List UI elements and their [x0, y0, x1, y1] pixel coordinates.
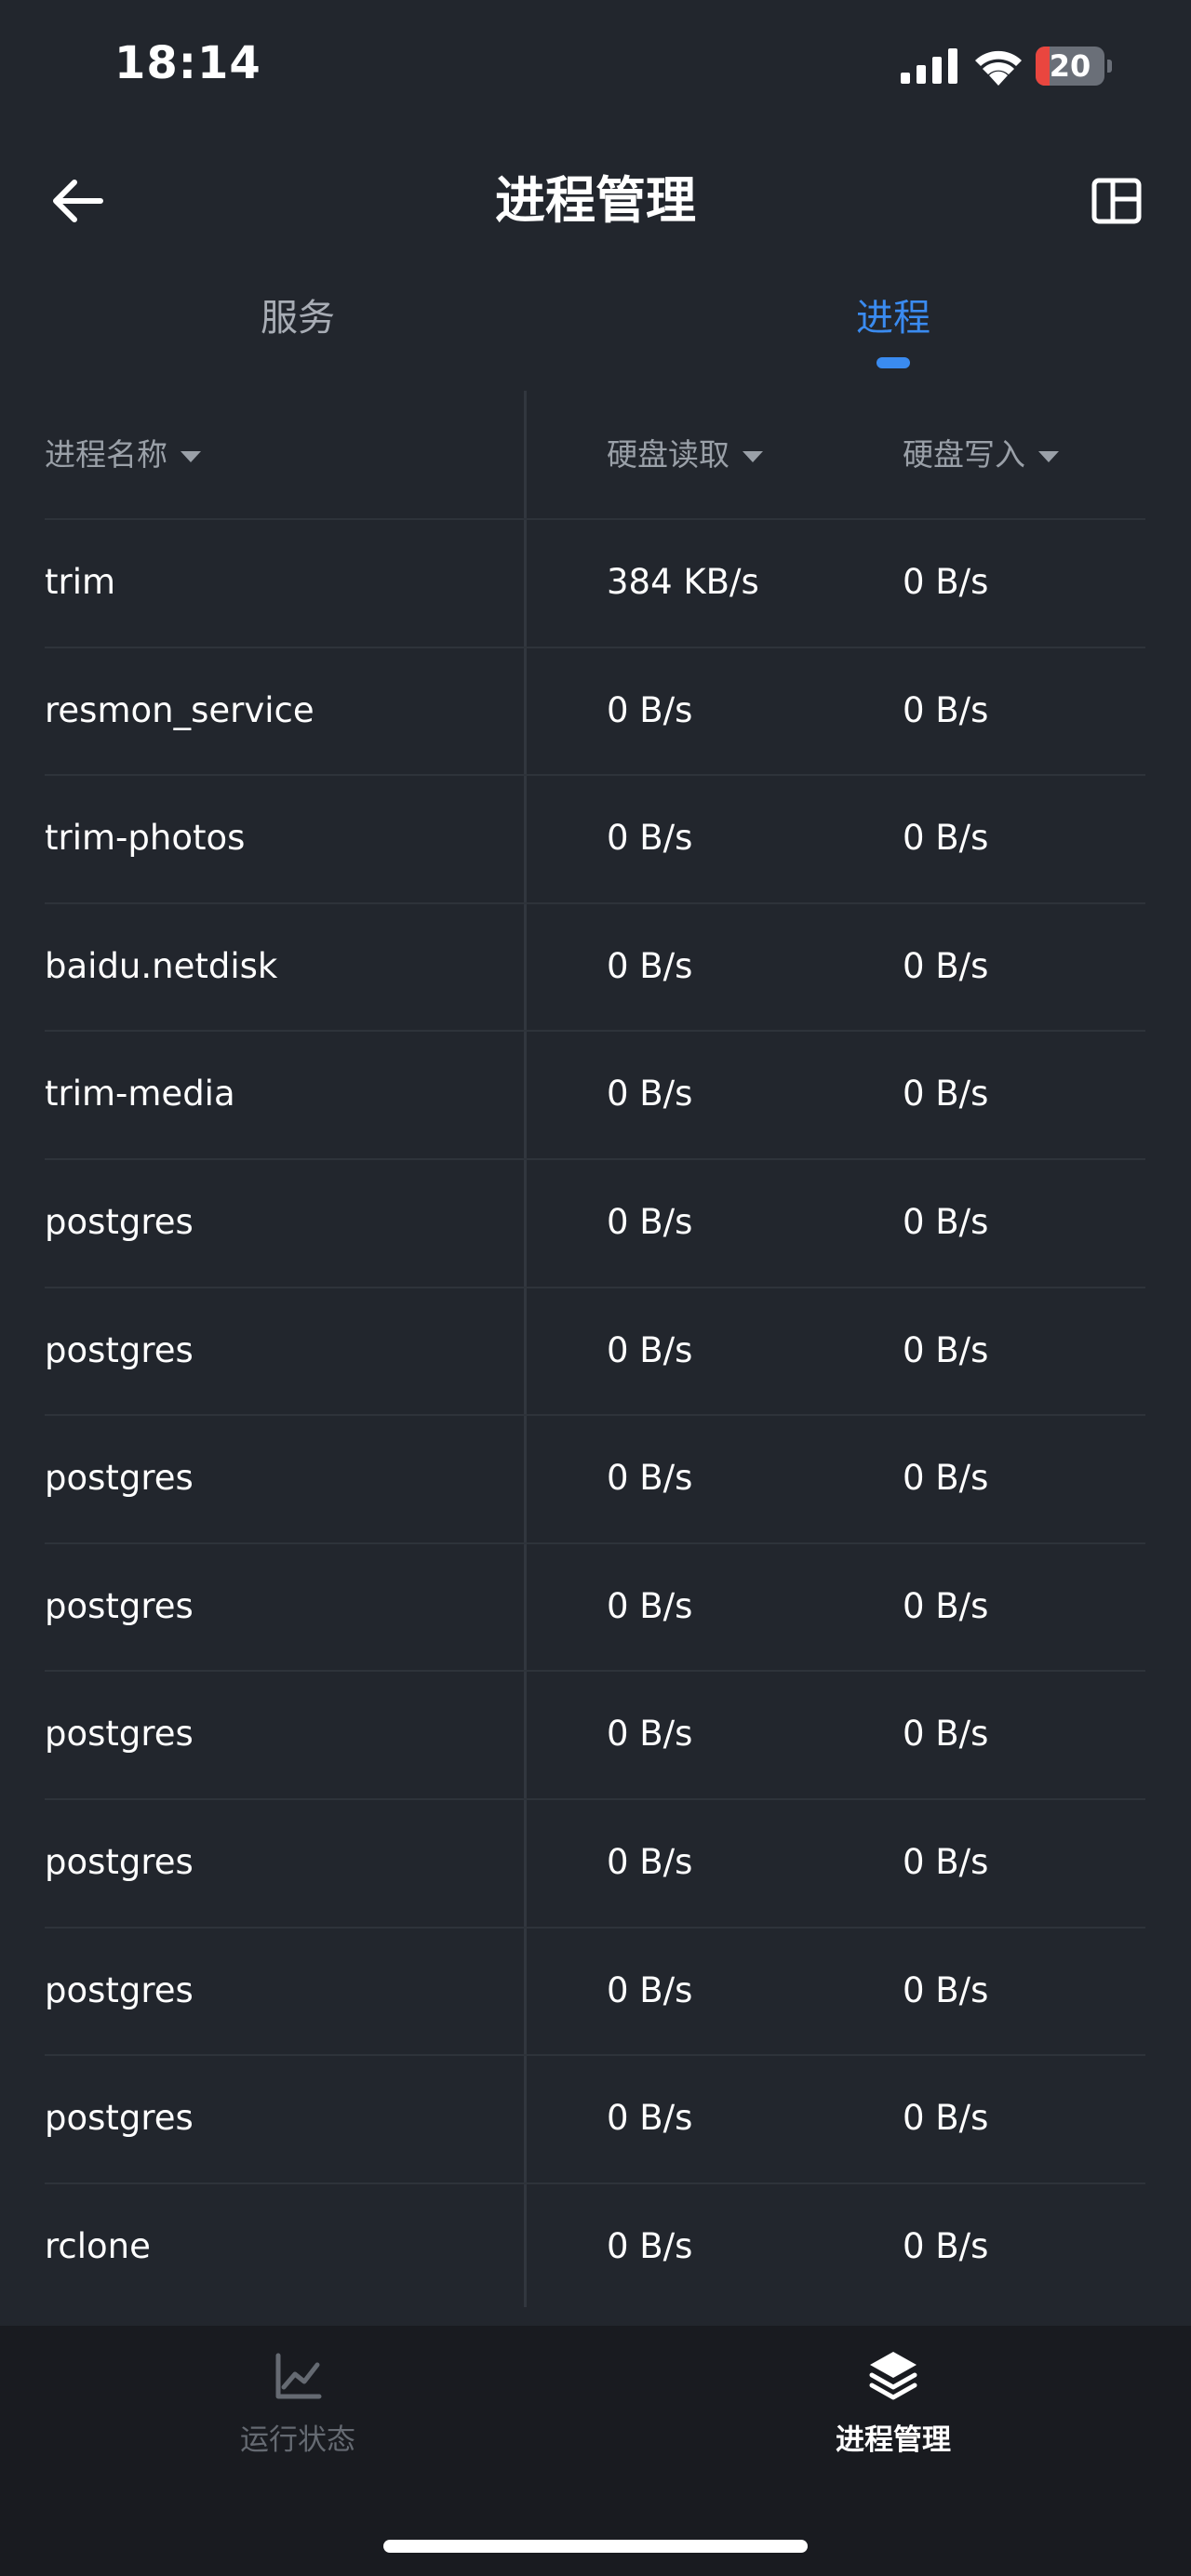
disk-read-value: 0 B/s [607, 2225, 693, 2266]
battery-level: 20 [1049, 48, 1091, 84]
wifi-icon [975, 50, 1022, 86]
nav-running-status[interactable]: 运行状态 [158, 2344, 437, 2503]
table-row[interactable]: postgres 0 B/s 0 B/s [0, 1671, 1191, 1798]
sort-caret-icon [181, 450, 201, 462]
sort-disk-write[interactable]: 硬盘写入 [903, 434, 1059, 476]
battery-body: 20 [1036, 47, 1104, 86]
disk-write-value: 0 B/s [903, 689, 989, 730]
disk-write-value: 0 B/s [903, 2098, 989, 2139]
disk-read-value: 0 B/s [607, 1585, 693, 1626]
cellular-signal-icon [901, 48, 957, 84]
table-header: 进程名称 硬盘读取 硬盘写入 [0, 391, 1191, 519]
process-name: postgres [45, 1585, 194, 1626]
battery-indicator: 20 [1036, 47, 1112, 86]
process-name: postgres [45, 1202, 194, 1242]
column-header-label: 进程名称 [45, 436, 167, 473]
table-row[interactable]: trim-media 0 B/s 0 B/s [0, 1031, 1191, 1158]
disk-read-value: 0 B/s [607, 818, 693, 859]
nav-process-management[interactable]: 进程管理 [754, 2344, 1033, 2503]
disk-read-value: 0 B/s [607, 1842, 693, 1882]
process-name: rclone [45, 2225, 151, 2266]
table-row[interactable]: postgres 0 B/s 0 B/s [0, 1799, 1191, 1927]
disk-write-value: 0 B/s [903, 1969, 989, 2010]
sort-process-name[interactable]: 进程名称 [45, 434, 201, 476]
disk-write-value: 0 B/s [903, 1329, 989, 1370]
disk-write-value: 0 B/s [903, 2225, 989, 2266]
table-row[interactable]: trim-photos 0 B/s 0 B/s [0, 775, 1191, 902]
disk-read-value: 0 B/s [607, 1202, 693, 1242]
disk-write-value: 0 B/s [903, 1842, 989, 1882]
disk-read-value: 0 B/s [607, 1329, 693, 1370]
disk-write-value: 0 B/s [903, 1458, 989, 1499]
sort-caret-icon [1038, 450, 1059, 462]
disk-write-value: 0 B/s [903, 562, 989, 602]
layers-icon [869, 2352, 917, 2400]
page-title: 进程管理 [495, 171, 696, 230]
process-name: postgres [45, 1842, 194, 1882]
process-name: trim-photos [45, 818, 246, 859]
status-bar: 18:14 20 [0, 0, 1191, 135]
status-time: 18:14 [114, 37, 261, 89]
disk-read-value: 0 B/s [607, 1969, 693, 2010]
process-name: postgres [45, 2098, 194, 2139]
disk-write-value: 0 B/s [903, 1074, 989, 1114]
process-name: trim-media [45, 1074, 235, 1114]
table-row[interactable]: baidu.netdisk 0 B/s 0 B/s [0, 903, 1191, 1031]
process-name: resmon_service [45, 689, 314, 730]
table-row[interactable]: postgres 0 B/s 0 B/s [0, 1928, 1191, 2055]
table-row[interactable]: postgres 0 B/s 0 B/s [0, 1288, 1191, 1415]
nav-label: 运行状态 [240, 2423, 355, 2457]
home-indicator[interactable] [383, 2540, 808, 2553]
disk-write-value: 0 B/s [903, 945, 989, 986]
disk-write-value: 0 B/s [903, 1714, 989, 1755]
sort-caret-icon [743, 450, 763, 462]
nav-label: 进程管理 [836, 2423, 951, 2457]
process-name: postgres [45, 1458, 194, 1499]
disk-read-value: 0 B/s [607, 2098, 693, 2139]
tab-processes[interactable]: 进程 [754, 290, 1033, 346]
active-tab-indicator [877, 357, 910, 368]
disk-read-value: 0 B/s [607, 1074, 693, 1114]
disk-write-value: 0 B/s [903, 1585, 989, 1626]
disk-read-value: 0 B/s [607, 945, 693, 986]
disk-read-value: 0 B/s [607, 1714, 693, 1755]
table-row[interactable]: postgres 0 B/s 0 B/s [0, 2055, 1191, 2182]
battery-cap [1107, 60, 1112, 73]
process-name: baidu.netdisk [45, 945, 278, 986]
column-header-label: 硬盘写入 [903, 436, 1025, 473]
disk-read-value: 0 B/s [607, 689, 693, 730]
bottom-nav: 运行状态 进程管理 [0, 2326, 1191, 2576]
process-name: postgres [45, 1969, 194, 2010]
table-row[interactable]: postgres 0 B/s 0 B/s [0, 1415, 1191, 1542]
disk-read-value: 384 KB/s [607, 562, 759, 602]
disk-write-value: 0 B/s [903, 1202, 989, 1242]
tab-services[interactable]: 服务 [158, 290, 437, 346]
process-name: postgres [45, 1714, 194, 1755]
table-row[interactable]: postgres 0 B/s 0 B/s [0, 1159, 1191, 1287]
process-name: trim [45, 562, 116, 602]
process-name: postgres [45, 1329, 194, 1370]
disk-write-value: 0 B/s [903, 818, 989, 859]
sort-disk-read[interactable]: 硬盘读取 [607, 434, 763, 476]
split-layout-icon[interactable] [1091, 175, 1143, 227]
line-chart-icon [275, 2353, 322, 2399]
table-row[interactable]: rclone 0 B/s 0 B/s [0, 2183, 1191, 2311]
column-header-label: 硬盘读取 [607, 436, 729, 473]
table-row[interactable]: resmon_service 0 B/s 0 B/s [0, 647, 1191, 775]
table-row[interactable]: trim 384 KB/s 0 B/s [0, 519, 1191, 647]
table-row[interactable]: postgres 0 B/s 0 B/s [0, 1543, 1191, 1671]
disk-read-value: 0 B/s [607, 1458, 693, 1499]
